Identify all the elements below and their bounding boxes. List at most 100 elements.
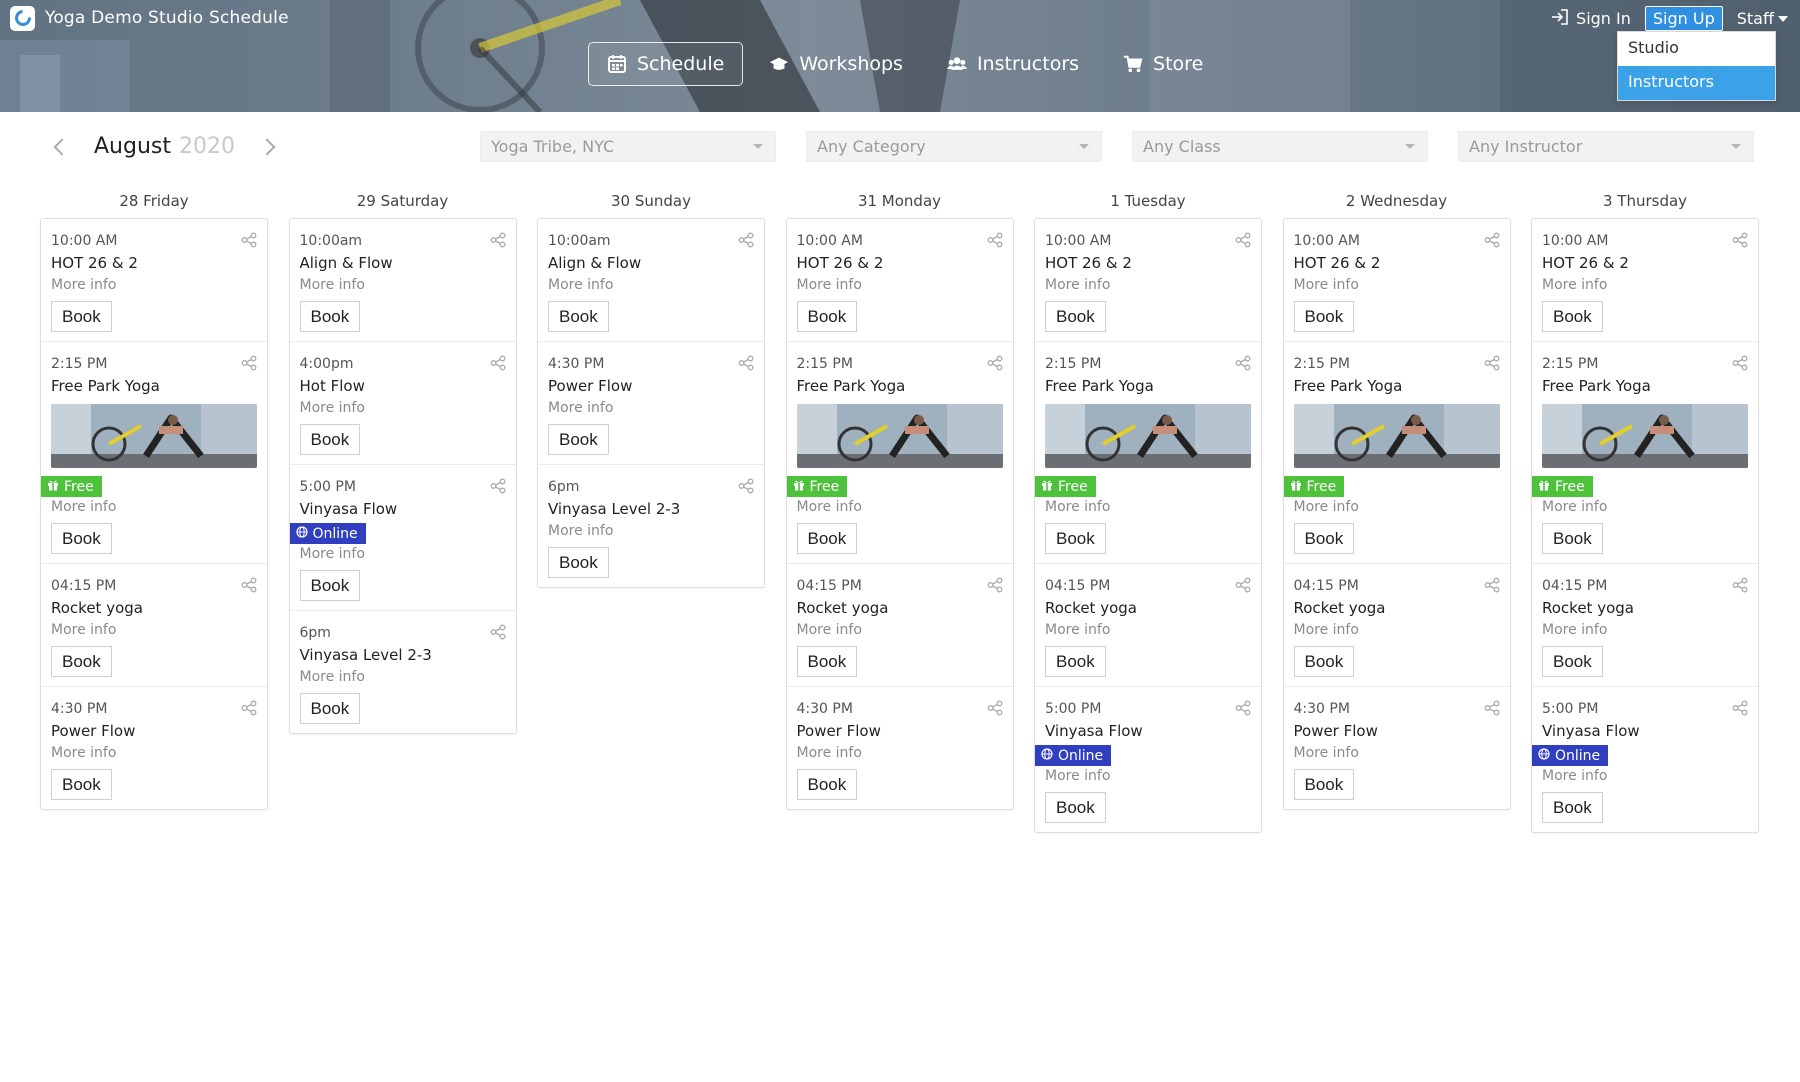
book-button[interactable]: Book — [1542, 301, 1603, 332]
staff-menu-studio[interactable]: Studio — [1618, 32, 1775, 66]
nav-workshops[interactable]: Workshops — [751, 42, 921, 86]
book-button[interactable]: Book — [1045, 523, 1106, 554]
share-icon[interactable] — [738, 232, 754, 248]
book-button[interactable]: Book — [1293, 646, 1355, 677]
book-button[interactable]: Book — [1542, 792, 1603, 823]
more-info-link[interactable]: More info — [1542, 497, 1748, 517]
book-button[interactable]: Book — [796, 523, 858, 554]
next-month-icon[interactable] — [258, 138, 276, 155]
staff-label: Staff — [1736, 9, 1774, 28]
share-icon[interactable] — [1235, 232, 1251, 248]
share-icon[interactable] — [987, 700, 1003, 716]
share-icon[interactable] — [738, 478, 754, 494]
more-info-link[interactable]: More info — [51, 275, 257, 295]
hero-header: Yoga Demo Studio Schedule Schedule Works… — [0, 0, 1800, 112]
more-info-link[interactable]: More info — [1045, 766, 1251, 786]
more-info-link[interactable]: More info — [300, 544, 506, 564]
more-info-link[interactable]: More info — [1045, 620, 1251, 640]
share-icon[interactable] — [1235, 577, 1251, 593]
more-info-link[interactable]: More info — [1542, 620, 1748, 640]
share-icon[interactable] — [490, 478, 506, 494]
book-button[interactable]: Book — [1293, 769, 1355, 800]
share-icon[interactable] — [1732, 232, 1748, 248]
nav-store[interactable]: Store — [1105, 42, 1221, 86]
book-button[interactable]: Book — [1045, 301, 1106, 332]
share-icon[interactable] — [490, 355, 506, 371]
share-icon[interactable] — [1484, 232, 1500, 248]
share-icon[interactable] — [241, 355, 257, 371]
book-button[interactable]: Book — [299, 301, 361, 332]
more-info-link[interactable]: More info — [51, 620, 257, 640]
more-info-link[interactable]: More info — [1542, 275, 1748, 295]
sign-up-button[interactable]: Sign Up — [1644, 6, 1723, 31]
book-button[interactable]: Book — [796, 646, 858, 677]
nav-instructors[interactable]: Instructors — [929, 42, 1097, 86]
instructor-select[interactable]: Any Instructor — [1458, 131, 1754, 162]
previous-month-icon[interactable] — [53, 138, 71, 155]
share-icon[interactable] — [1732, 577, 1748, 593]
more-info-link[interactable]: More info — [548, 521, 754, 541]
more-info-link[interactable]: More info — [300, 275, 506, 295]
more-info-link[interactable]: More info — [797, 497, 1003, 517]
more-info-link[interactable]: More info — [1045, 497, 1251, 517]
more-info-link[interactable]: More info — [548, 398, 754, 418]
more-info-link[interactable]: More info — [1294, 620, 1500, 640]
share-icon[interactable] — [490, 624, 506, 640]
more-info-link[interactable]: More info — [797, 743, 1003, 763]
book-button[interactable]: Book — [51, 769, 112, 800]
share-icon[interactable] — [1484, 355, 1500, 371]
share-icon[interactable] — [738, 355, 754, 371]
book-button[interactable]: Book — [1293, 301, 1355, 332]
book-button[interactable]: Book — [796, 769, 858, 800]
share-icon[interactable] — [1484, 577, 1500, 593]
book-button[interactable]: Book — [299, 424, 361, 455]
more-info-link[interactable]: More info — [797, 620, 1003, 640]
more-info-link[interactable]: More info — [548, 275, 754, 295]
more-info-link[interactable]: More info — [51, 743, 257, 763]
more-info-link[interactable]: More info — [51, 497, 257, 517]
book-button[interactable]: Book — [1045, 792, 1106, 823]
more-info-link[interactable]: More info — [1294, 497, 1500, 517]
share-icon[interactable] — [1484, 700, 1500, 716]
class-select[interactable]: Any Class — [1132, 131, 1428, 162]
share-icon[interactable] — [987, 577, 1003, 593]
staff-dropdown[interactable]: Staff — [1737, 9, 1788, 28]
book-button[interactable]: Book — [1542, 646, 1603, 677]
more-info-link[interactable]: More info — [1045, 275, 1251, 295]
book-button[interactable]: Book — [548, 301, 609, 332]
share-icon[interactable] — [1235, 700, 1251, 716]
more-info-link[interactable]: More info — [300, 398, 506, 418]
staff-menu-instructors[interactable]: Instructors — [1618, 66, 1775, 100]
book-button[interactable]: Book — [299, 570, 361, 601]
book-button[interactable]: Book — [51, 301, 112, 332]
share-icon[interactable] — [987, 355, 1003, 371]
more-info-link[interactable]: More info — [1294, 743, 1500, 763]
sign-in-link[interactable]: Sign In — [1551, 8, 1631, 29]
book-button[interactable]: Book — [1293, 523, 1355, 554]
share-icon[interactable] — [490, 232, 506, 248]
brand[interactable]: Yoga Demo Studio Schedule — [10, 5, 289, 31]
share-icon[interactable] — [241, 577, 257, 593]
location-select[interactable]: Yoga Tribe, NYC — [480, 131, 776, 162]
nav-schedule[interactable]: Schedule — [588, 42, 744, 86]
share-icon[interactable] — [987, 232, 1003, 248]
class-photo — [51, 404, 257, 468]
book-button[interactable]: Book — [1542, 523, 1603, 554]
share-icon[interactable] — [241, 700, 257, 716]
more-info-link[interactable]: More info — [1294, 275, 1500, 295]
share-icon[interactable] — [241, 232, 257, 248]
book-button[interactable]: Book — [51, 646, 112, 677]
book-button[interactable]: Book — [548, 424, 609, 455]
share-icon[interactable] — [1732, 355, 1748, 371]
share-icon[interactable] — [1732, 700, 1748, 716]
more-info-link[interactable]: More info — [797, 275, 1003, 295]
book-button[interactable]: Book — [299, 693, 361, 724]
book-button[interactable]: Book — [51, 523, 112, 554]
share-icon[interactable] — [1235, 355, 1251, 371]
book-button[interactable]: Book — [1045, 646, 1106, 677]
book-button[interactable]: Book — [796, 301, 858, 332]
more-info-link[interactable]: More info — [1542, 766, 1748, 786]
category-select[interactable]: Any Category — [806, 131, 1102, 162]
more-info-link[interactable]: More info — [300, 667, 506, 687]
book-button[interactable]: Book — [548, 547, 609, 578]
